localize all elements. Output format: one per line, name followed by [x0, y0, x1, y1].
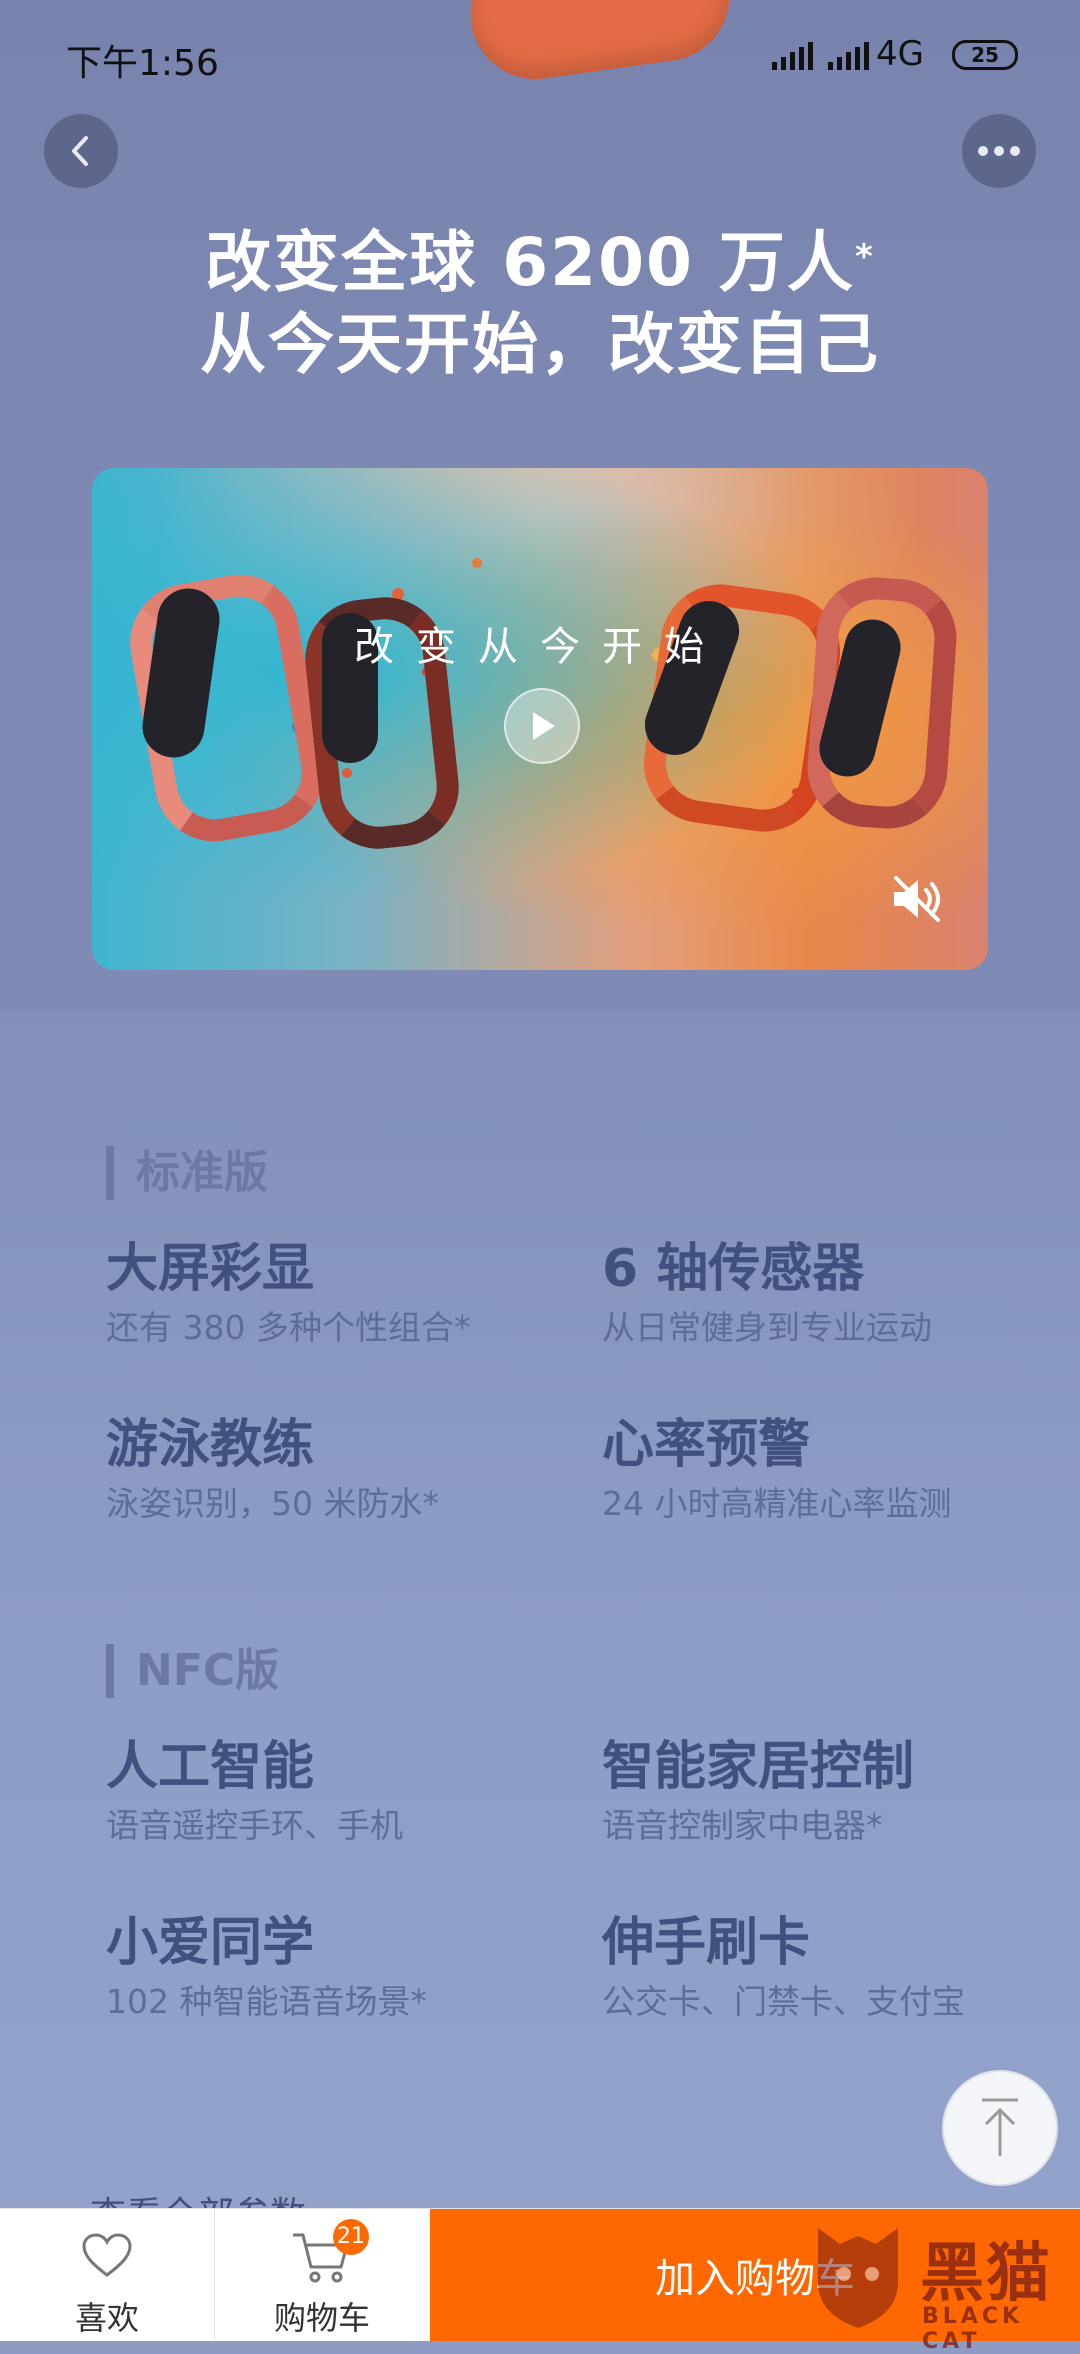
hero-line-2: 从今天开始，改变自己 [200, 306, 880, 383]
feature-desc: 泳姿识别，50 米防水* [106, 1484, 439, 1523]
feature-title: 智能家居控制 [602, 1737, 915, 1797]
black-cat-watermark: 黑猫 BLACK CAT [810, 2212, 1080, 2354]
cat-shield-logo [818, 2228, 898, 2328]
feature-card: 心率预警 24 小时高精准心率监测 [602, 1412, 1042, 1526]
battery-icon: 25 [952, 40, 1018, 70]
heart-icon [82, 2233, 132, 2277]
feature-title: 大屏彩显 [106, 1239, 315, 1299]
battery-level: 25 [971, 43, 999, 67]
like-label: 喜欢 [74, 2299, 139, 2337]
feature-card: 游泳教练 泳姿识别，50 米防水* [106, 1412, 546, 1526]
status-time: 下午1:56 [66, 43, 219, 84]
back-to-top-button[interactable] [942, 2070, 1058, 2186]
feature-card: 6 轴传感器 从日常健身到专业运动 [602, 1236, 1042, 1350]
cart-button[interactable]: 21 购物车 [215, 2209, 429, 2341]
signal-icon-2 [828, 42, 869, 72]
feature-card: 伸手刷卡 公交卡、门禁卡、支付宝 [602, 1910, 1042, 2024]
hero-line-1-text: 改变全球 6200 万人 [205, 224, 855, 301]
hero-footnote-mark: * [854, 237, 875, 277]
feature-title: 游泳教练 [106, 1415, 315, 1475]
hero-headline: 改变全球 6200 万人* 从今天开始，改变自己 [0, 222, 1080, 386]
section-title-standard: 标准版 [106, 1146, 268, 1200]
feature-card: 大屏彩显 还有 380 多种个性组合* [106, 1236, 546, 1350]
watermark-text: 黑猫 [920, 2237, 1052, 2311]
section-title-nfc: NFC版 [106, 1644, 279, 1698]
watermark-subtext: BLACK CAT [922, 2304, 1024, 2354]
mute-button[interactable] [888, 874, 948, 924]
video-caption: 改变从今开始 [354, 624, 726, 670]
chevron-left-icon [72, 136, 88, 166]
feature-title: 小爱同学 [106, 1913, 315, 1973]
feature-desc: 从日常健身到专业运动 [602, 1308, 932, 1347]
arrow-up-icon [982, 2098, 1018, 2156]
like-button[interactable]: 喜欢 [0, 2209, 214, 2341]
particle [472, 558, 482, 568]
feature-title: 伸手刷卡 [602, 1913, 811, 1973]
signal-icon [772, 42, 813, 72]
cart-count-badge: 21 [333, 2219, 369, 2255]
feature-card: 人工智能 语音遥控手环、手机 [106, 1734, 546, 1848]
cart-label: 购物车 [273, 2299, 370, 2337]
feature-title: 人工智能 [106, 1737, 315, 1797]
feature-title: 6 轴传感器 [602, 1239, 865, 1299]
play-icon [533, 712, 555, 740]
feature-card: 小爱同学 102 种智能语音场景* [106, 1910, 546, 2024]
feature-title: 心率预警 [602, 1415, 811, 1475]
hero-line-1: 改变全球 6200 万人* [0, 222, 1080, 304]
promo-video[interactable]: 改变从今开始 [92, 468, 988, 970]
feature-desc: 语音控制家中电器* [602, 1806, 883, 1845]
feature-desc: 公交卡、门禁卡、支付宝 [602, 1982, 965, 2021]
more-dots-icon [978, 146, 1020, 156]
feature-desc: 102 种智能语音场景* [106, 1982, 427, 2021]
more-options-button[interactable] [962, 114, 1036, 188]
feature-desc: 还有 380 多种个性组合* [106, 1308, 471, 1347]
play-button[interactable] [504, 688, 580, 764]
back-button[interactable] [44, 114, 118, 188]
speaker-mute-icon [894, 876, 940, 922]
status-bar: 下午1:56 4G 25 [0, 0, 1080, 110]
feature-desc: 语音遥控手环、手机 [106, 1806, 403, 1845]
feature-card: 智能家居控制 语音控制家中电器* [602, 1734, 1042, 1848]
feature-desc: 24 小时高精准心率监测 [602, 1484, 952, 1523]
network-type: 4G [876, 34, 924, 74]
